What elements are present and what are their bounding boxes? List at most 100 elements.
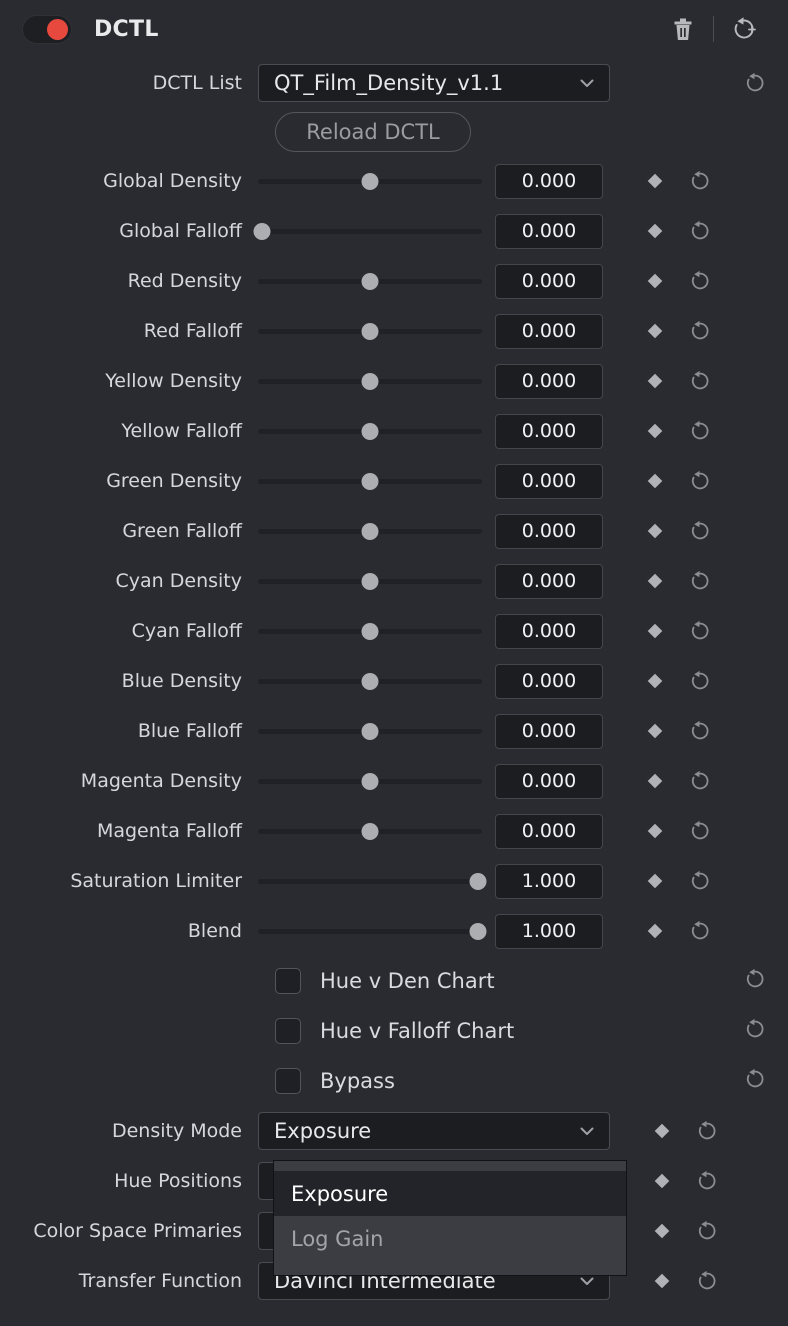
keyframe-diamond-icon[interactable]	[647, 723, 663, 739]
combo-dropdown[interactable]: Exposure	[258, 1112, 610, 1150]
slider-control[interactable]	[258, 519, 482, 543]
reset-icon[interactable]	[689, 420, 711, 442]
slider-handle[interactable]	[253, 223, 271, 240]
slider-handle[interactable]	[361, 473, 379, 490]
slider-control[interactable]	[253, 219, 482, 243]
dropdown-option[interactable]: Exposure	[274, 1171, 626, 1216]
slider-value-field[interactable]: 1.000	[495, 863, 603, 899]
slider-value-field[interactable]: 0.000	[495, 763, 603, 799]
reset-icon[interactable]	[689, 320, 711, 342]
reset-icon[interactable]	[689, 570, 711, 592]
slider-control[interactable]	[258, 769, 482, 793]
reset-icon[interactable]	[689, 770, 711, 792]
slider-handle[interactable]	[361, 623, 379, 640]
slider-handle[interactable]	[361, 423, 379, 440]
slider-handle[interactable]	[361, 573, 379, 590]
keyframe-diamond-icon[interactable]	[647, 173, 663, 189]
slider-control[interactable]	[258, 419, 482, 443]
slider-handle[interactable]	[361, 173, 379, 190]
slider-value-field[interactable]: 0.000	[495, 713, 603, 749]
reset-icon[interactable]	[689, 170, 711, 192]
reset-icon[interactable]	[744, 1068, 766, 1094]
reset-icon[interactable]	[689, 520, 711, 542]
reset-icon[interactable]	[696, 1170, 718, 1192]
slider-handle[interactable]	[361, 273, 379, 290]
slider-handle[interactable]	[361, 673, 379, 690]
reset-icon[interactable]	[689, 470, 711, 492]
slider-handle[interactable]	[361, 373, 379, 390]
slider-value-field[interactable]: 0.000	[495, 363, 603, 399]
slider-control[interactable]	[258, 369, 482, 393]
slider-value-field[interactable]: 0.000	[495, 163, 603, 199]
reset-icon[interactable]	[744, 1018, 766, 1044]
slider-control[interactable]	[258, 919, 487, 943]
reset-icon[interactable]	[689, 920, 711, 942]
keyframe-diamond-icon[interactable]	[654, 1173, 670, 1189]
reset-icon[interactable]	[696, 1270, 718, 1292]
keyframe-diamond-icon[interactable]	[647, 423, 663, 439]
slider-control[interactable]	[258, 869, 487, 893]
slider-value-field[interactable]: 0.000	[495, 813, 603, 849]
slider-handle[interactable]	[361, 773, 379, 790]
keyframe-diamond-icon[interactable]	[654, 1123, 670, 1139]
slider-value-field[interactable]: 0.000	[495, 663, 603, 699]
reset-icon[interactable]	[689, 670, 711, 692]
reset-icon[interactable]	[689, 270, 711, 292]
checkbox[interactable]	[275, 968, 301, 994]
keyframe-diamond-icon[interactable]	[654, 1223, 670, 1239]
slider-track[interactable]	[258, 879, 482, 884]
slider-control[interactable]	[258, 469, 482, 493]
keyframe-diamond-icon[interactable]	[654, 1273, 670, 1289]
trash-icon[interactable]	[663, 9, 703, 49]
keyframe-diamond-icon[interactable]	[647, 373, 663, 389]
slider-control[interactable]	[258, 619, 482, 643]
slider-value-field[interactable]: 1.000	[495, 913, 603, 949]
reset-icon[interactable]	[696, 1220, 718, 1242]
slider-control[interactable]	[258, 169, 482, 193]
reset-icon[interactable]	[689, 870, 711, 892]
slider-control[interactable]	[258, 569, 482, 593]
slider-value-field[interactable]: 0.000	[495, 213, 603, 249]
slider-value-field[interactable]: 0.000	[495, 563, 603, 599]
reset-icon[interactable]	[744, 968, 766, 994]
reset-icon[interactable]	[696, 1120, 718, 1142]
keyframe-diamond-icon[interactable]	[647, 523, 663, 539]
dctl-list-dropdown[interactable]: QT_Film_Density_v1.1	[258, 64, 610, 102]
checkbox[interactable]	[275, 1018, 301, 1044]
reload-dctl-button[interactable]: Reload DCTL	[275, 112, 471, 152]
keyframe-diamond-icon[interactable]	[647, 473, 663, 489]
reset-icon[interactable]	[689, 820, 711, 842]
slider-control[interactable]	[258, 719, 482, 743]
keyframe-diamond-icon[interactable]	[647, 673, 663, 689]
keyframe-diamond-icon[interactable]	[647, 623, 663, 639]
slider-handle[interactable]	[361, 323, 379, 340]
slider-handle[interactable]	[469, 873, 487, 890]
reset-add-icon[interactable]	[724, 9, 764, 49]
reset-icon[interactable]	[689, 220, 711, 242]
slider-value-field[interactable]: 0.000	[495, 413, 603, 449]
keyframe-diamond-icon[interactable]	[647, 773, 663, 789]
dropdown-option[interactable]: Log Gain	[274, 1216, 626, 1261]
slider-value-field[interactable]: 0.000	[495, 263, 603, 299]
reset-icon[interactable]	[689, 620, 711, 642]
dctl-enable-toggle[interactable]	[22, 14, 72, 44]
reset-icon[interactable]	[744, 72, 766, 94]
keyframe-diamond-icon[interactable]	[647, 223, 663, 239]
keyframe-diamond-icon[interactable]	[647, 923, 663, 939]
keyframe-diamond-icon[interactable]	[647, 823, 663, 839]
slider-control[interactable]	[258, 669, 482, 693]
slider-control[interactable]	[258, 269, 482, 293]
slider-control[interactable]	[258, 319, 482, 343]
reset-icon[interactable]	[689, 370, 711, 392]
slider-value-field[interactable]: 0.000	[495, 613, 603, 649]
slider-control[interactable]	[258, 819, 482, 843]
slider-handle[interactable]	[361, 523, 379, 540]
slider-value-field[interactable]: 0.000	[495, 463, 603, 499]
slider-value-field[interactable]: 0.000	[495, 313, 603, 349]
keyframe-diamond-icon[interactable]	[647, 323, 663, 339]
slider-track[interactable]	[258, 929, 482, 934]
slider-value-field[interactable]: 0.000	[495, 513, 603, 549]
reset-icon[interactable]	[689, 720, 711, 742]
keyframe-diamond-icon[interactable]	[647, 273, 663, 289]
slider-track[interactable]	[258, 229, 482, 234]
